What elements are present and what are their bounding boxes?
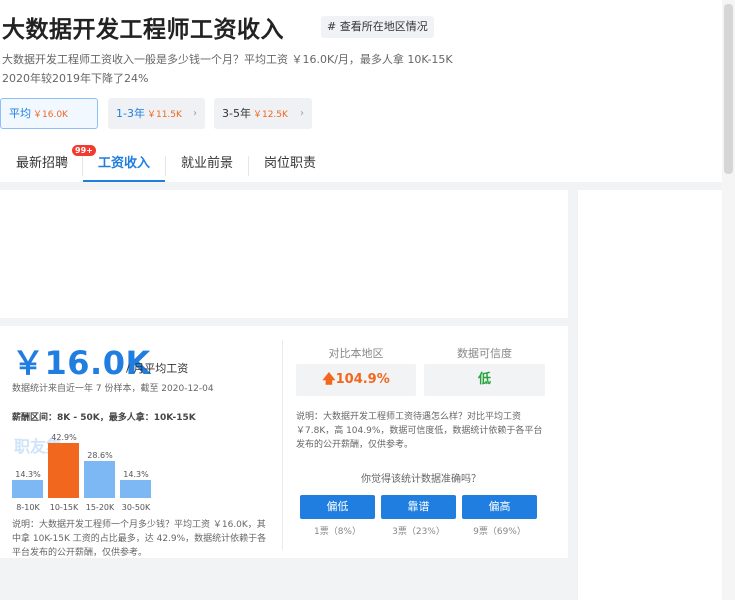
- vote-low-count: 1票（8%）: [313, 527, 361, 537]
- compare-description: 说明：大数据开发工程师工资待遇怎么样？对比平均工资 ￥7.8K，高 104.9%…: [296, 412, 543, 450]
- bar-category-label: 15-20K: [85, 503, 115, 512]
- trust-box: 低: [424, 364, 545, 396]
- sidebar-panel: [578, 190, 722, 600]
- level-label: 1-3年: [116, 107, 145, 120]
- vote-high-button[interactable]: 偏高: [462, 495, 537, 519]
- tab-label: 最新招聘: [15, 156, 68, 171]
- summary-line: 大数据开发工程师工资收入一般是多少钱一个月？平均工资 ￥16.0K/月，最多人拿…: [2, 53, 453, 66]
- salary-description: 说明：大数据开发工程师一个月多少钱？平均工资 ￥16.0K，其中拿 10K-15…: [12, 520, 267, 558]
- bar-value-label: 14.3%: [123, 470, 149, 479]
- vote-accurate-button[interactable]: 靠谱: [381, 495, 456, 519]
- vote-accurate-count: 3票（23%）: [392, 527, 445, 537]
- tab-duties[interactable]: 岗位职责: [249, 148, 331, 182]
- chart-bar: [12, 480, 43, 498]
- chevron-right-icon: ›: [193, 108, 197, 119]
- level-amount: ￥16.0K: [33, 110, 68, 120]
- sample-note: 数据统计来自近一年 7 份样本，截至 2020-12-04: [12, 384, 214, 394]
- tab-bar: 最新招聘 99+ 工资收入 就业前景 岗位职责: [0, 145, 722, 182]
- bar-category-label: 10-15K: [49, 503, 79, 512]
- page-title: 大数据开发工程师工资收入: [2, 17, 284, 43]
- chevron-right-icon: ›: [300, 108, 304, 119]
- level-button-average[interactable]: 平均 ￥16.0K: [0, 98, 98, 129]
- header-card: 大数据开发工程师工资收入 # 查看所在地区情况 大数据开发工程师工资收入一般是多…: [0, 0, 722, 182]
- level-amount: ￥11.5K: [146, 110, 182, 120]
- level-button-1-3y[interactable]: 1-3年 ￥11.5K ›: [108, 98, 205, 129]
- divider: [282, 340, 283, 550]
- chart-bar: [84, 461, 115, 498]
- salary-distribution-chart: 14.3% 8-10K 42.9% 10-15K 28.6% 15-20K 14.3% 30-…: [12, 426, 162, 512]
- arrow-up-icon: 🡅: [322, 372, 336, 387]
- scrollbar-thumb[interactable]: [724, 4, 733, 174]
- vote-question: 你觉得该统计数据准确吗？: [361, 474, 481, 485]
- average-salary-suffix: / 月平均工资: [126, 362, 189, 375]
- compare-local-label: 对比本地区: [328, 347, 384, 360]
- level-label: 平均: [9, 107, 31, 120]
- summary: 大数据开发工程师工资收入一般是多少钱一个月？平均工资 ￥16.0K/月，最多人拿…: [2, 50, 502, 88]
- bar-value-label: 42.9%: [51, 433, 77, 442]
- chart-bar: [48, 443, 79, 498]
- tab-salary[interactable]: 工资收入: [83, 148, 165, 182]
- compare-local-box: 🡅104.9%: [296, 364, 416, 396]
- bar-value-label: 14.3%: [15, 470, 41, 479]
- level-button-3-5y[interactable]: 3-5年 ￥12.5K ›: [214, 98, 312, 129]
- trust-label: 数据可信度: [457, 347, 512, 360]
- vote-low-button[interactable]: 偏低: [300, 495, 375, 519]
- tab-jobs[interactable]: 最新招聘 99+: [10, 145, 96, 182]
- summary-trend: 2020年较2019年下降了24%: [2, 72, 149, 85]
- bar-category-label: 30-50K: [121, 503, 151, 512]
- compare-local-value: 104.9%: [335, 372, 390, 387]
- bar-category-label: 8-10K: [16, 503, 40, 512]
- region-tag-button[interactable]: # 查看所在地区情况: [321, 16, 434, 38]
- vote-high-count: 9票（69%）: [473, 527, 526, 537]
- chart-bar: [120, 480, 151, 498]
- tab-outlook[interactable]: 就业前景: [166, 148, 248, 182]
- level-amount: ￥12.5K: [252, 110, 288, 120]
- ad-placeholder: [0, 190, 568, 318]
- level-label: 3-5年: [222, 107, 251, 120]
- bar-value-label: 28.6%: [87, 451, 113, 460]
- trust-value: 低: [477, 372, 491, 387]
- salary-range: 薪酬区间：8K - 50K，最多人拿：10K-15K: [12, 413, 196, 423]
